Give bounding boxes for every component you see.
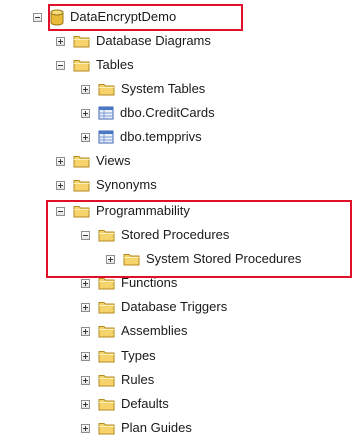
tree-node-label: Tables <box>96 57 134 72</box>
tree-node-label: Defaults <box>121 396 169 411</box>
tree-node-label: Database Diagrams <box>96 33 211 48</box>
tree-node-label: Database Triggers <box>121 299 228 314</box>
expand-toggle-icon[interactable] <box>81 84 90 94</box>
tree-node-label: System Tables <box>121 81 206 96</box>
folder-icon <box>98 324 115 338</box>
tree-node-system-tables[interactable]: System Tables <box>81 79 205 99</box>
highlight-box-programmability <box>46 200 352 278</box>
tree-node-plan-guides[interactable]: Plan Guides <box>81 418 192 438</box>
table-icon <box>98 130 114 144</box>
expand-toggle-icon[interactable] <box>81 108 90 118</box>
tree-node-database-triggers[interactable]: Database Triggers <box>81 297 227 317</box>
table-icon <box>98 106 114 120</box>
folder-icon <box>98 373 115 387</box>
tree-node-label: dbo.tempprivs <box>120 129 202 144</box>
folder-icon <box>98 397 115 411</box>
tree-node-label: Views <box>96 153 131 168</box>
expand-toggle-icon[interactable] <box>56 36 65 46</box>
tree-node-database-diagrams[interactable]: Database Diagrams <box>56 31 211 51</box>
highlight-box-database <box>48 4 243 31</box>
folder-icon <box>98 349 115 363</box>
expand-toggle-icon[interactable] <box>81 278 90 288</box>
tree-node-label: Rules <box>121 372 155 387</box>
tree-node-types[interactable]: Types <box>81 346 156 366</box>
folder-icon <box>98 276 115 290</box>
tree-node-label: dbo.CreditCards <box>120 105 215 120</box>
expand-toggle-icon[interactable] <box>81 132 90 142</box>
tree-node-tables[interactable]: Tables <box>56 55 134 75</box>
object-explorer-tree: DataEncryptDemo Database Diagrams Tables… <box>0 0 352 441</box>
expand-toggle-icon[interactable] <box>81 399 90 409</box>
folder-icon <box>98 82 115 96</box>
tree-node-views[interactable]: Views <box>56 151 130 171</box>
tree-node-label: Types <box>121 348 156 363</box>
expand-toggle-icon[interactable] <box>81 423 90 433</box>
tree-node-assemblies[interactable]: Assemblies <box>81 321 187 341</box>
tree-node-dbo-tempprivs[interactable]: dbo.tempprivs <box>81 127 202 147</box>
tree-node-defaults[interactable]: Defaults <box>81 394 169 414</box>
tree-node-rules[interactable]: Rules <box>81 370 154 390</box>
folder-icon <box>98 421 115 435</box>
tree-node-label: Assemblies <box>121 323 188 338</box>
collapse-toggle-icon[interactable] <box>56 60 65 70</box>
expand-toggle-icon[interactable] <box>81 326 90 336</box>
expand-toggle-icon[interactable] <box>81 351 90 361</box>
tree-node-synonyms[interactable]: Synonyms <box>56 175 157 195</box>
folder-icon <box>73 34 90 48</box>
tree-node-label: Synonyms <box>96 177 157 192</box>
tree-node-label: Plan Guides <box>121 420 192 435</box>
expand-toggle-icon[interactable] <box>56 156 65 166</box>
expand-toggle-icon[interactable] <box>81 375 90 385</box>
expand-toggle-icon[interactable] <box>56 180 65 190</box>
collapse-toggle-icon[interactable] <box>33 12 42 22</box>
expand-toggle-icon[interactable] <box>81 302 90 312</box>
folder-icon <box>73 154 90 168</box>
folder-icon <box>98 300 115 314</box>
tree-node-dbo-creditcards[interactable]: dbo.CreditCards <box>81 103 215 123</box>
folder-icon <box>73 58 90 72</box>
folder-icon <box>73 178 90 192</box>
